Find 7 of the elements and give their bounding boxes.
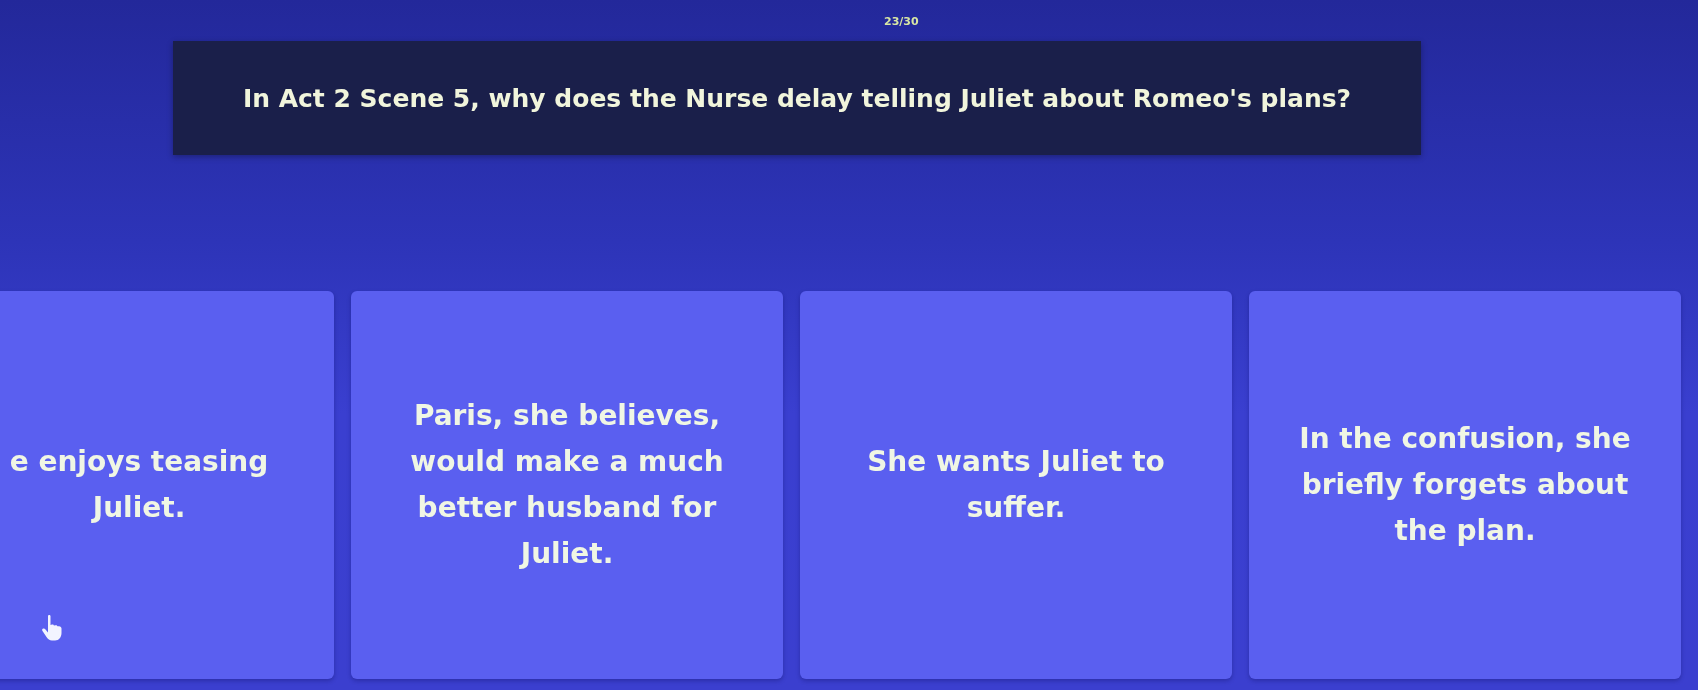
question-text: In Act 2 Scene 5, why does the Nurse delay telling Juliet about Romeo's plans? (242, 83, 1352, 113)
answer-option[interactable]: She wants Juliet to suffer. (800, 291, 1232, 679)
answer-option[interactable]: In the confusion, she briefly forgets about the plan. (1249, 291, 1681, 679)
question-counter: 23/30 (884, 14, 919, 29)
answer-option[interactable]: e enjoys teasing Juliet. (0, 291, 334, 679)
answer-option[interactable]: Paris, she believes, would make a much better husband for Juliet. (351, 291, 783, 679)
hand-cursor-icon (42, 614, 62, 641)
